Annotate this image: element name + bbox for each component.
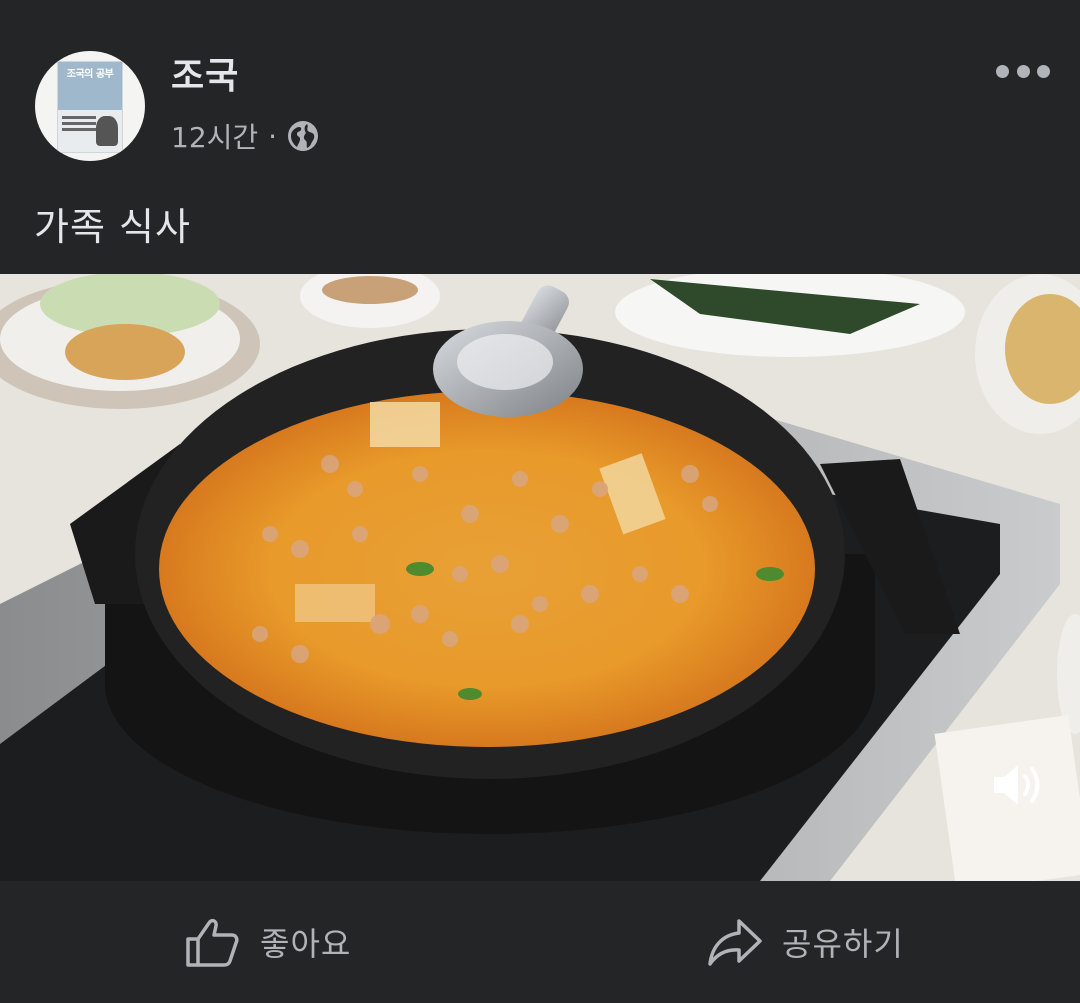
speaker-icon[interactable] bbox=[990, 760, 1046, 810]
thumbs-up-icon bbox=[186, 918, 239, 967]
stew-photo bbox=[0, 274, 1080, 881]
post-video[interactable] bbox=[0, 274, 1080, 881]
avatar[interactable]: 조국의 공부 bbox=[35, 51, 145, 161]
post-meta: 12시간 · bbox=[171, 116, 319, 156]
like-label: 좋아요 bbox=[260, 925, 352, 963]
share-arrow-icon bbox=[708, 919, 762, 966]
more-options-icon[interactable] bbox=[996, 58, 1050, 84]
post-card: 조국의 공부 조국 12시간 · 가족 식사 좋아요 공유하기 bbox=[0, 0, 1080, 1003]
share-button[interactable]: 공유하기 bbox=[706, 911, 904, 973]
book-cover-image: 조국의 공부 bbox=[57, 61, 123, 153]
like-button[interactable]: 좋아요 bbox=[184, 911, 351, 973]
globe-icon[interactable] bbox=[287, 120, 319, 152]
share-label: 공유하기 bbox=[782, 925, 904, 963]
post-timestamp[interactable]: 12시간 bbox=[171, 116, 258, 156]
meta-separator: · bbox=[268, 119, 278, 153]
post-caption: 가족 식사 bbox=[34, 205, 191, 249]
post-actions: 좋아요 공유하기 bbox=[0, 881, 1080, 1003]
author-name[interactable]: 조국 bbox=[171, 47, 239, 99]
post-header: 조국의 공부 조국 12시간 · 가족 식사 bbox=[0, 0, 1080, 249]
book-title: 조국의 공부 bbox=[66, 69, 114, 80]
